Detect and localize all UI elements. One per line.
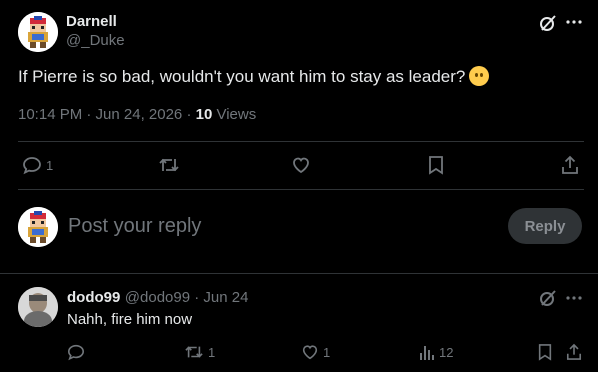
author-name[interactable]: Darnell (66, 13, 117, 30)
reply-views-count: 12 (439, 344, 454, 360)
reply-retweet-count: 1 (208, 344, 216, 360)
share-icon (562, 155, 578, 174)
tweet-meta: 10:14 PM · Jun 24, 2026 · 10 Views (18, 106, 256, 123)
reply-grok-icon[interactable] (538, 288, 558, 308)
bookmark-action[interactable] (427, 155, 445, 175)
reply-views-action[interactable]: 12 (419, 343, 453, 361)
reply-reply-action[interactable] (67, 343, 85, 361)
composer-avatar (18, 207, 58, 247)
like-icon (302, 345, 318, 360)
reply-action[interactable]: 1 (22, 155, 53, 175)
reply-like-count: 1 (323, 344, 331, 360)
grok-icon[interactable] (538, 13, 558, 33)
author-avatar[interactable] (18, 12, 58, 52)
reply-text: Nahh, fire him now (67, 311, 193, 328)
retweet-icon (159, 158, 179, 172)
divider (18, 189, 584, 190)
reply-header: dodo99 @dodo99 · Jun 24 (67, 289, 248, 307)
reply-author-handle[interactable]: @dodo99 (125, 289, 190, 306)
reply-count: 1 (46, 157, 54, 173)
share-action[interactable] (561, 155, 579, 175)
reply-date[interactable]: · Jun 24 (190, 289, 248, 306)
bookmark-icon (429, 156, 443, 175)
retweet-action[interactable] (158, 155, 180, 175)
more-icon[interactable] (566, 20, 582, 24)
views-count: 10 (195, 106, 213, 123)
views-label: Views (212, 106, 257, 123)
divider (0, 273, 598, 274)
like-icon (293, 157, 309, 174)
reply-share-action[interactable] (566, 343, 582, 361)
reply-input[interactable]: Post your reply (68, 215, 201, 238)
reply-bookmark-action[interactable] (537, 343, 553, 361)
tweet-timestamp[interactable]: 10:14 PM · Jun 24, 2026 · (18, 106, 196, 123)
reply-author-avatar[interactable] (18, 287, 58, 327)
reply-icon (23, 157, 41, 175)
reply-more-icon[interactable] (566, 296, 582, 300)
retweet-icon (185, 346, 203, 358)
like-action[interactable] (291, 155, 311, 175)
views-icon (420, 346, 434, 360)
reply-author-name[interactable]: dodo99 (67, 289, 120, 306)
author-handle[interactable]: @_Duke (66, 32, 125, 49)
reply-like-action[interactable]: 1 (301, 343, 330, 361)
reply-icon (67, 344, 85, 361)
tweet-text: If Pierre is so bad, wouldn't you want h… (18, 66, 490, 88)
divider (18, 141, 584, 142)
thinking-face-emoji (469, 66, 490, 86)
reply-button[interactable]: Reply (508, 208, 582, 244)
tweet-detail-page: Darnell @_Duke If Pierre is so bad, woul… (0, 0, 598, 372)
share-icon (566, 343, 582, 360)
tweet-text-content: If Pierre is so bad, wouldn't you want h… (18, 67, 466, 86)
bookmark-icon (538, 344, 552, 361)
reply-retweet-action[interactable]: 1 (184, 343, 215, 361)
